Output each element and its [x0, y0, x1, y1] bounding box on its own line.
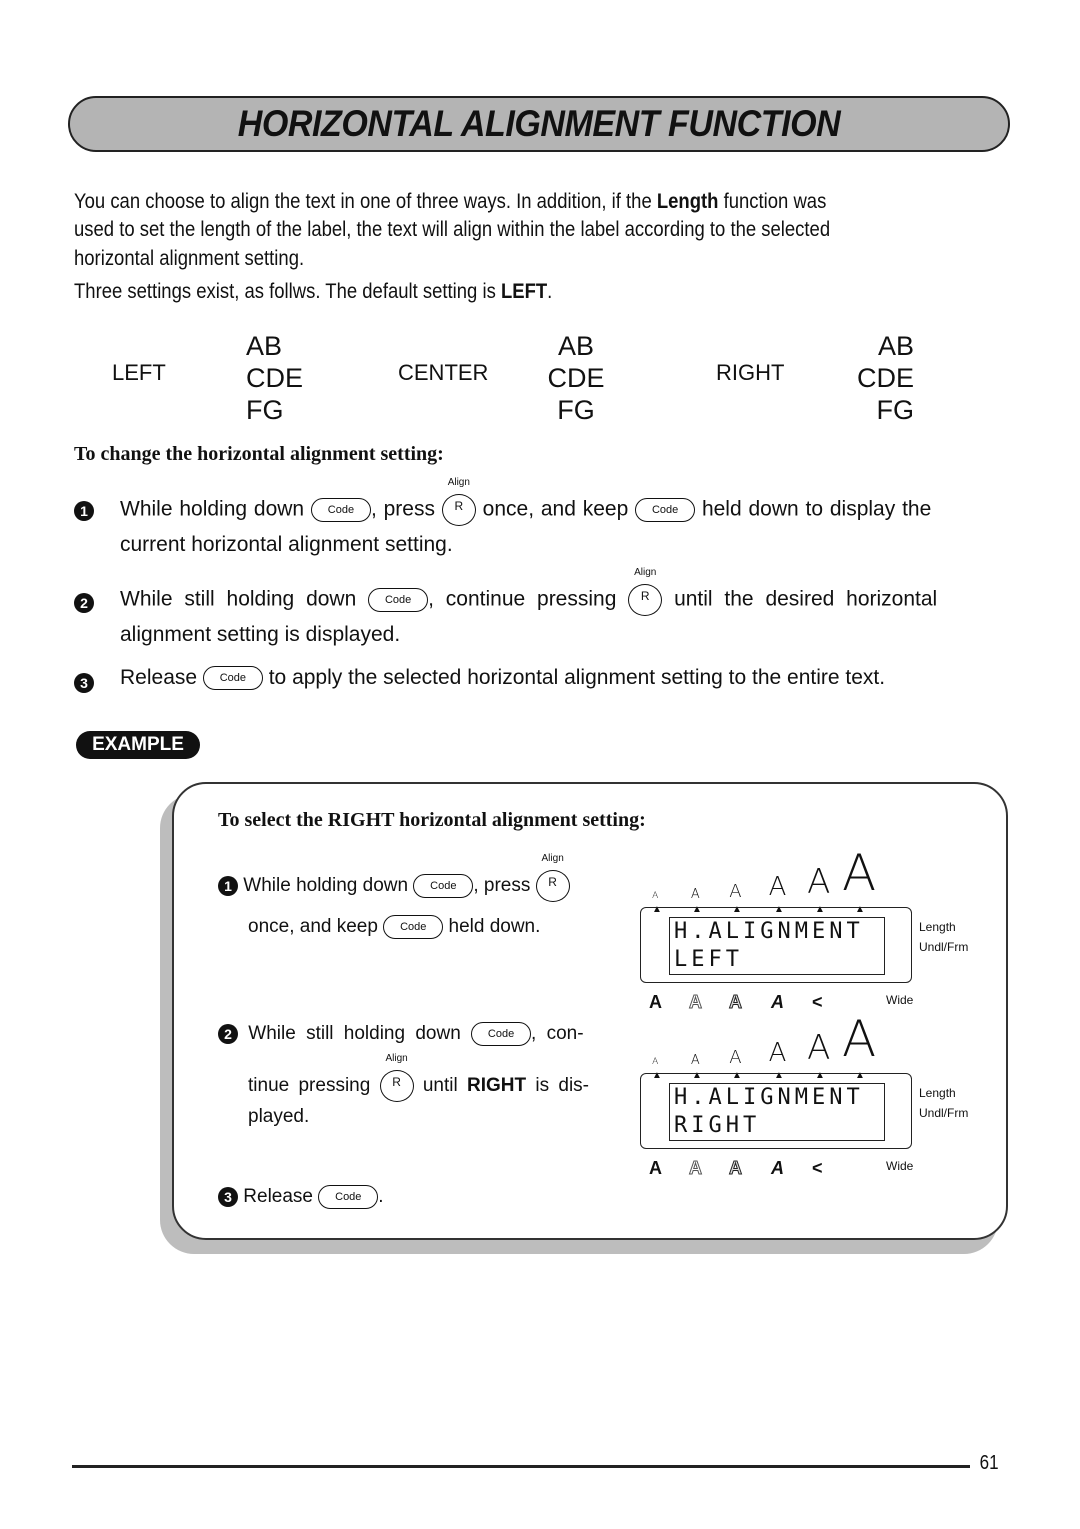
style-indicator: < — [812, 992, 823, 1012]
page-number: 61 — [979, 1452, 999, 1474]
size-indicator: A — [807, 862, 831, 903]
example-step-2: 2 While still holding down Code, con- — [218, 1020, 584, 1049]
wide-indicator-label: Wide — [886, 1159, 914, 1173]
style-indicator: A — [771, 992, 784, 1012]
style-indicator: A — [729, 1158, 743, 1179]
style-indicator: A — [729, 992, 743, 1013]
size-indicator: A — [807, 1028, 831, 1069]
size-indicator: A — [729, 880, 742, 902]
align-label-center: CENTER — [398, 360, 489, 385]
lcd-line-2: LEFT — [674, 947, 743, 972]
size-indicator: A — [690, 886, 700, 902]
intro-line-2: used to set the length of the label, the… — [74, 218, 831, 241]
lcd-line-1: H.ALIGNMENT — [674, 919, 864, 944]
style-indicator: A — [689, 1158, 703, 1179]
procedure-step-3-text: Release Code to apply the selected horiz… — [120, 666, 886, 691]
example-step-2-cont: tinue pressing Align R until RIGHT is dis… — [248, 1053, 589, 1102]
example-step-3: 3 Release Code. — [218, 1183, 384, 1212]
align-r-key: Align R — [441, 477, 476, 526]
step-number-1: 1 — [74, 501, 94, 521]
procedure-heading: To change the horizontal alignment setti… — [74, 443, 444, 465]
style-indicator: < — [812, 1158, 823, 1178]
example-step-number-2: 2 — [218, 1024, 238, 1044]
align-label-left: LEFT — [112, 360, 166, 385]
undl-frm-indicator-label: Undl/Frm — [919, 940, 969, 954]
intro-line-1: You can choose to align the text in one … — [74, 190, 827, 213]
code-key: Code — [383, 914, 444, 939]
code-key: Code — [318, 1184, 379, 1209]
step-number-3: 3 — [74, 673, 94, 693]
align-demo-left: AB CDE FG — [246, 331, 304, 425]
align-demo-center: AB CDE FG — [547, 331, 605, 425]
style-indicator: A — [649, 1158, 662, 1178]
procedure-step-1: 1 — [74, 496, 94, 525]
code-key: Code — [471, 1021, 532, 1046]
code-key: Code — [635, 498, 696, 522]
style-indicator: A — [689, 992, 703, 1013]
size-indicator: A — [690, 1052, 700, 1068]
code-key: Code — [310, 498, 371, 522]
intro-line-4: Three settings exist, as follws. The def… — [74, 280, 553, 303]
example-step-number-1: 1 — [218, 876, 238, 897]
size-indicator: A — [842, 1010, 877, 1068]
align-r-key: Align R — [379, 1053, 414, 1102]
procedure-step-2: 2 — [74, 588, 94, 617]
style-indicator: A — [771, 1158, 784, 1178]
example-step-1-cont: once, and keep Code held down. — [248, 914, 541, 939]
intro-line-3: horizontal alignment setting. — [74, 247, 305, 270]
wide-indicator-label: Wide — [886, 993, 914, 1007]
example-step-2-cont2: played. — [248, 1106, 310, 1127]
undl-frm-indicator-label: Undl/Frm — [919, 1106, 969, 1120]
align-demo-right: AB CDE FG — [856, 331, 914, 425]
code-key: Code — [202, 666, 263, 691]
size-indicator: A — [652, 1057, 659, 1068]
style-indicator: A — [649, 992, 662, 1012]
example-badge: EXAMPLE — [76, 731, 200, 759]
lcd-line-2: RIGHT — [674, 1113, 761, 1138]
page-title: HORIZONTAL ALIGNMENT FUNCTION — [237, 103, 841, 144]
length-indicator-label: Length — [919, 1086, 956, 1100]
size-indicator: A — [652, 891, 659, 902]
code-key: Code — [368, 588, 429, 612]
procedure-step-3: 3 — [74, 668, 94, 697]
procedure-step-1-cont: current horizontal alignment setting. — [120, 533, 453, 556]
example-heading: To select the RIGHT horizontal alignment… — [218, 809, 646, 831]
lcd-line-1: H.ALIGNMENT — [674, 1085, 864, 1110]
example-step-1: 1 While holding down Code, press Align R — [218, 853, 570, 902]
lcd-screen: H.ALIGNMENT LEFT — [669, 917, 885, 975]
procedure-step-2-text: While still holding down Code, continue … — [120, 567, 937, 616]
length-indicator-label: Length — [919, 920, 956, 934]
procedure-step-2-cont: alignment setting is displayed. — [120, 623, 401, 646]
size-indicator: A — [842, 844, 877, 902]
step-number-2: 2 — [74, 593, 94, 613]
align-r-key: Align R — [628, 567, 663, 616]
lcd-screen: H.ALIGNMENT RIGHT — [669, 1083, 885, 1141]
footer-rule — [72, 1465, 970, 1468]
example-box — [172, 782, 1008, 1240]
align-label-right: RIGHT — [716, 360, 785, 385]
example-step-number-3: 3 — [218, 1187, 238, 1207]
procedure-step-1-text: While holding down Code, press Align R on… — [120, 477, 931, 526]
align-r-key: Align R — [535, 853, 570, 902]
size-indicator: A — [768, 1037, 787, 1068]
size-indicator: A — [729, 1046, 742, 1068]
code-key: Code — [413, 874, 474, 898]
size-indicator: A — [768, 871, 787, 902]
